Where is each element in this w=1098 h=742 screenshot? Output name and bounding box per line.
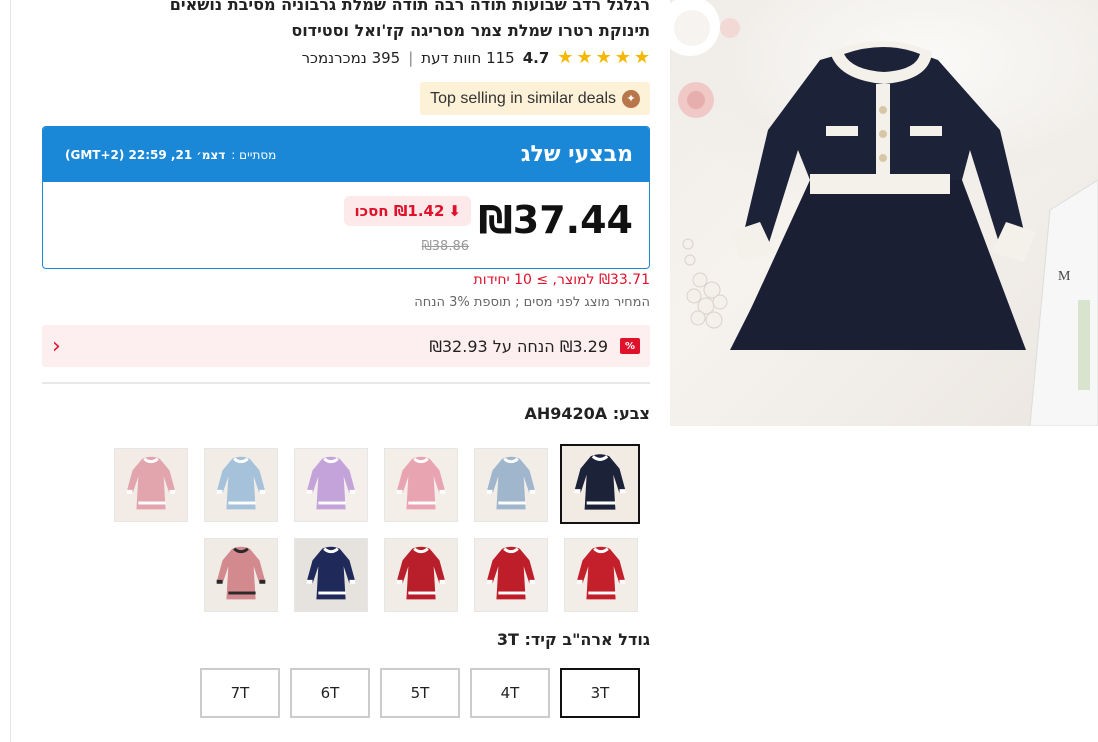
star-icon: ★ bbox=[595, 47, 612, 68]
reviews-link[interactable]: 115 חוות דעת bbox=[421, 49, 514, 67]
size-option-3T[interactable]: 3T bbox=[560, 668, 640, 718]
deals-ends-label: מסתיים : bbox=[231, 147, 277, 162]
chevron-left-icon[interactable]: ‹ bbox=[52, 334, 61, 359]
deals-box: מבצעי שלג מסתיים : דצמ׳ 21, 22:59 (GMT+2… bbox=[42, 126, 650, 269]
color-swatch-floral[interactable] bbox=[204, 538, 278, 612]
coupon-discount-text: ₪3.29 הנחה על ₪32.93 bbox=[429, 336, 608, 356]
current-price: ₪37.44 bbox=[478, 198, 633, 242]
product-title-line2: תינוקת רטרו שמלת צמר מסריגה קז'ואל וסטיד… bbox=[291, 21, 650, 40]
coupon-discount-bar[interactable]: % ₪3.29 הנחה על ₪32.93 ‹ bbox=[42, 325, 650, 367]
rating-row: ★ ★ ★ ★ ★ 4.7 115 חוות דעת | 395 נמכרנמכ… bbox=[42, 46, 650, 70]
top-selling-text: Top selling in similar deals bbox=[430, 89, 616, 107]
deals-title: מבצעי שלג bbox=[520, 142, 633, 167]
page-left-border bbox=[10, 0, 11, 742]
savings-text: ₪1.42 חסכו bbox=[354, 202, 445, 220]
deals-countdown: מסתיים : דצמ׳ 21, 22:59 (GMT+2) bbox=[65, 148, 276, 162]
star-icon: ★ bbox=[614, 47, 631, 68]
bulk-unit-price: ₪33.71 למוצר, ≥ 10 יחידות bbox=[473, 272, 650, 288]
color-swatch-light-blue[interactable] bbox=[474, 448, 548, 522]
medal-icon: ✦ bbox=[622, 89, 640, 108]
percent-icon: % bbox=[620, 338, 640, 354]
tax-note: המחיר מוצג לפני מסים ; תוספת 3% הנחה bbox=[414, 295, 650, 310]
size-option-6T[interactable]: 6T bbox=[290, 668, 370, 718]
separator: | bbox=[408, 49, 414, 67]
color-swatch-rose[interactable] bbox=[114, 448, 188, 522]
product-title-line1: רגלגל רדב שבועות תודה רבה תודה שמלת גרבו… bbox=[169, 0, 650, 14]
deals-body: ₪37.44 ⬇ ₪1.42 חסכו ₪38.86 bbox=[43, 182, 649, 268]
product-main-image[interactable]: M bbox=[670, 0, 1098, 426]
color-swatch-red-bow[interactable] bbox=[384, 538, 458, 612]
sold-count: 395 נמכרנמכר bbox=[301, 49, 401, 67]
section-divider bbox=[42, 382, 650, 384]
product-title: רגלגל רדב שבועות תודה רבה תודה שמלת גרבו… bbox=[42, 0, 650, 44]
size-option-4T[interactable]: 4T bbox=[470, 668, 550, 718]
original-price: ₪38.86 bbox=[421, 239, 469, 254]
star-icon: ★ bbox=[576, 47, 593, 68]
color-swatch-reindeer[interactable] bbox=[294, 538, 368, 612]
rating-value: 4.7 bbox=[522, 49, 550, 67]
size-label: גודל ארה"ב קיד: 3T bbox=[496, 630, 650, 649]
color-swatch-sky[interactable] bbox=[204, 448, 278, 522]
svg-text:M: M bbox=[1058, 269, 1071, 284]
color-swatch-navy[interactable] bbox=[560, 444, 640, 524]
deals-header: מבצעי שלג מסתיים : דצמ׳ 21, 22:59 (GMT+2… bbox=[43, 127, 649, 182]
size-option-5T[interactable]: 5T bbox=[380, 668, 460, 718]
savings-badge: ⬇ ₪1.42 חסכו bbox=[344, 196, 471, 226]
rating-stars[interactable]: ★ ★ ★ ★ ★ bbox=[557, 49, 650, 67]
color-swatch-lilac[interactable] bbox=[294, 448, 368, 522]
deals-ends-value: דצמ׳ 21, 22:59 (GMT+2) bbox=[65, 147, 226, 162]
color-swatch-pink[interactable] bbox=[384, 448, 458, 522]
top-selling-badge: Top selling in similar deals ✦ bbox=[420, 82, 650, 115]
star-icon: ★ bbox=[557, 47, 574, 68]
color-swatch-red-trim[interactable] bbox=[564, 538, 638, 612]
star-icon: ★ bbox=[633, 47, 650, 68]
color-swatch-red-collar[interactable] bbox=[474, 538, 548, 612]
arrow-down-icon: ⬇ bbox=[448, 202, 461, 220]
size-option-7T[interactable]: 7T bbox=[200, 668, 280, 718]
color-label: צבע: AH9420A bbox=[524, 404, 650, 423]
